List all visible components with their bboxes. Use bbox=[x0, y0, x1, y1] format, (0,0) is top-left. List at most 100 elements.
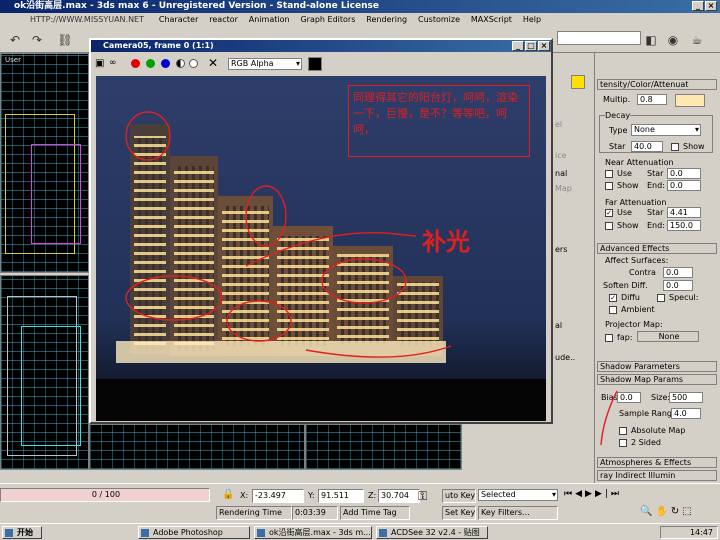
minimize-button[interactable]: _ bbox=[692, 1, 704, 11]
viewport-nav-icon[interactable]: 🔍✋↻⬚ bbox=[640, 506, 695, 517]
far-end-spinner[interactable]: 150.0 bbox=[667, 220, 701, 231]
y-label: Y: bbox=[308, 491, 315, 500]
near-end-spinner[interactable]: 0.0 bbox=[667, 180, 701, 191]
set-key-button[interactable]: Set Key bbox=[442, 506, 476, 520]
time-slider[interactable]: 0 / 100 bbox=[0, 488, 210, 502]
far-start-spinner[interactable]: 4.41 bbox=[667, 207, 701, 218]
multiplier-spinner[interactable]: 0.8 bbox=[637, 94, 667, 105]
specular-checkbox[interactable] bbox=[657, 294, 665, 302]
far-use-checkbox[interactable]: ✓ bbox=[605, 209, 613, 217]
viewport-bottom-left[interactable] bbox=[89, 424, 305, 470]
projector-map-button[interactable]: None bbox=[637, 331, 699, 342]
undo-icon[interactable]: ↶ bbox=[6, 31, 24, 49]
rollout-advanced-effects[interactable]: Advanced Effects bbox=[597, 243, 717, 254]
menu-animation[interactable]: Animation bbox=[245, 13, 294, 27]
mono-icon[interactable] bbox=[189, 59, 198, 68]
render-scene-icon[interactable]: ☕ bbox=[688, 31, 706, 49]
selected-dropdown[interactable]: Selected bbox=[478, 489, 558, 501]
windows-taskbar: 开始 Adobe Photoshop ok沿街高层.max - 3ds m...… bbox=[0, 523, 720, 540]
rendered-image: 同理得其它的阳台灯，呵呵，渲染一下，巨慢，是不？等等吧，呵呵， 补光 bbox=[96, 76, 546, 421]
menu-character[interactable]: Character bbox=[155, 13, 203, 27]
link-icon[interactable]: ⛓ bbox=[56, 31, 74, 49]
viewport-user[interactable]: User bbox=[0, 53, 89, 273]
system-clock: 14:47 bbox=[660, 526, 718, 539]
contrast-spinner[interactable]: 0.0 bbox=[663, 267, 693, 278]
material-editor-icon[interactable]: ◉ bbox=[664, 31, 682, 49]
save-icon[interactable]: ▣ bbox=[95, 58, 104, 69]
far-show-checkbox[interactable] bbox=[605, 222, 613, 230]
start-button[interactable]: 开始 bbox=[2, 526, 42, 539]
rendering-time-label: Rendering Time bbox=[216, 506, 292, 520]
light-color-swatch[interactable] bbox=[675, 94, 705, 107]
rollout-shadow-params[interactable]: Shadow Parameters bbox=[597, 361, 717, 372]
viewport-perspective[interactable] bbox=[0, 275, 89, 470]
align-icon[interactable]: ◧ bbox=[642, 31, 660, 49]
specular-label: Specul: bbox=[669, 293, 699, 302]
decay-show-checkbox[interactable] bbox=[671, 143, 679, 151]
rollout-mray[interactable]: ray Indirect Illumin bbox=[597, 470, 717, 481]
rollout-intensity[interactable]: tensity/Color/Attenuat bbox=[597, 79, 717, 90]
close-window-button[interactable]: × bbox=[705, 1, 717, 11]
frame-window-title: Camera05, frame 0 (1:1) bbox=[103, 41, 214, 50]
rollout-shadow-map-params[interactable]: Shadow Map Params bbox=[597, 374, 717, 385]
near-use-checkbox[interactable] bbox=[605, 170, 613, 178]
frame-close-button[interactable]: × bbox=[538, 41, 550, 51]
frame-toolbar: ▣ ∞ ✕ RGB Alpha bbox=[91, 54, 551, 74]
x-label: X: bbox=[240, 491, 249, 500]
viewport-bottom-right[interactable] bbox=[305, 424, 462, 470]
named-selection-dropdown[interactable] bbox=[557, 31, 641, 45]
near-show-checkbox[interactable] bbox=[605, 182, 613, 190]
annotation-bias-stroke bbox=[600, 390, 618, 446]
redo-icon[interactable]: ↷ bbox=[28, 31, 46, 49]
y-coordinate[interactable]: 91.511 bbox=[318, 489, 364, 503]
green-channel-icon[interactable] bbox=[146, 59, 155, 68]
projector-map-sub-label: fap: bbox=[617, 333, 633, 342]
frame-minimize-button[interactable]: _ bbox=[512, 41, 524, 51]
menu-maxscript[interactable]: MAXScript bbox=[467, 13, 516, 27]
decay-type-dropdown[interactable]: None bbox=[631, 124, 701, 136]
decay-start-spinner[interactable]: 40.0 bbox=[631, 141, 663, 152]
sample-range-spinner[interactable]: 4.0 bbox=[671, 408, 701, 419]
x-coordinate[interactable]: -23.497 bbox=[252, 489, 304, 503]
size-spinner[interactable]: 500 bbox=[669, 392, 703, 403]
clone-icon[interactable]: ∞ bbox=[109, 58, 117, 68]
far-end-label: End: bbox=[647, 221, 665, 230]
blue-channel-icon[interactable] bbox=[161, 59, 170, 68]
color-swatch-yellow[interactable] bbox=[571, 75, 585, 89]
diffuse-label: Diffu bbox=[621, 293, 640, 302]
add-time-tag-button[interactable]: Add Time Tag bbox=[340, 506, 410, 520]
z-coordinate[interactable]: 30.704 bbox=[378, 489, 420, 503]
task-acdsee[interactable]: ACDSee 32 v2.4 - 贴图 bbox=[376, 526, 488, 539]
menu-customize[interactable]: Customize bbox=[414, 13, 464, 27]
red-channel-icon[interactable] bbox=[131, 59, 140, 68]
projector-map-checkbox[interactable] bbox=[605, 334, 613, 342]
task-3dsmax[interactable]: ok沿街高层.max - 3ds m... bbox=[254, 526, 372, 539]
near-start-spinner[interactable]: 0.0 bbox=[667, 168, 701, 179]
lock-icon[interactable]: 🔒 bbox=[222, 489, 234, 500]
task-photoshop[interactable]: Adobe Photoshop bbox=[138, 526, 250, 539]
clear-icon[interactable]: ✕ bbox=[208, 56, 218, 70]
menu-graph-editors[interactable]: Graph Editors bbox=[296, 13, 359, 27]
auto-key-button[interactable]: uto Key bbox=[442, 489, 476, 503]
diffuse-checkbox[interactable]: ✓ bbox=[609, 294, 617, 302]
key-icon[interactable]: ⚿ bbox=[418, 489, 427, 504]
multiplier-label: Multip. bbox=[603, 95, 631, 104]
rollout-remnant bbox=[462, 424, 594, 470]
rollout-atmospheres[interactable]: Atmospheres & Effects bbox=[597, 457, 717, 468]
color-swatch-black[interactable] bbox=[308, 57, 322, 71]
menu-rendering[interactable]: Rendering bbox=[362, 13, 411, 27]
channel-dropdown[interactable]: RGB Alpha bbox=[228, 58, 302, 70]
alpha-channel-icon[interactable] bbox=[176, 59, 185, 68]
key-filters-button[interactable]: Key Filters... bbox=[478, 506, 558, 520]
frame-window-title-bar: Camera05, frame 0 (1:1) _ □ × bbox=[91, 40, 551, 52]
menu-reactor[interactable]: reactor bbox=[205, 13, 242, 27]
ambient-label: Ambient bbox=[621, 305, 655, 314]
far-start-label: Star bbox=[647, 208, 664, 217]
ambient-checkbox[interactable] bbox=[609, 306, 617, 314]
command-panel: tensity/Color/Attenuat Multip. 0.8 Decay… bbox=[594, 53, 720, 483]
fragment-1: el bbox=[555, 120, 563, 129]
playback-controls-icon[interactable]: ⏮◀▶▶|⏭ bbox=[564, 489, 622, 499]
frame-maximize-button[interactable]: □ bbox=[525, 41, 537, 51]
menu-help[interactable]: Help bbox=[519, 13, 545, 27]
soften-spinner[interactable]: 0.0 bbox=[663, 280, 693, 291]
